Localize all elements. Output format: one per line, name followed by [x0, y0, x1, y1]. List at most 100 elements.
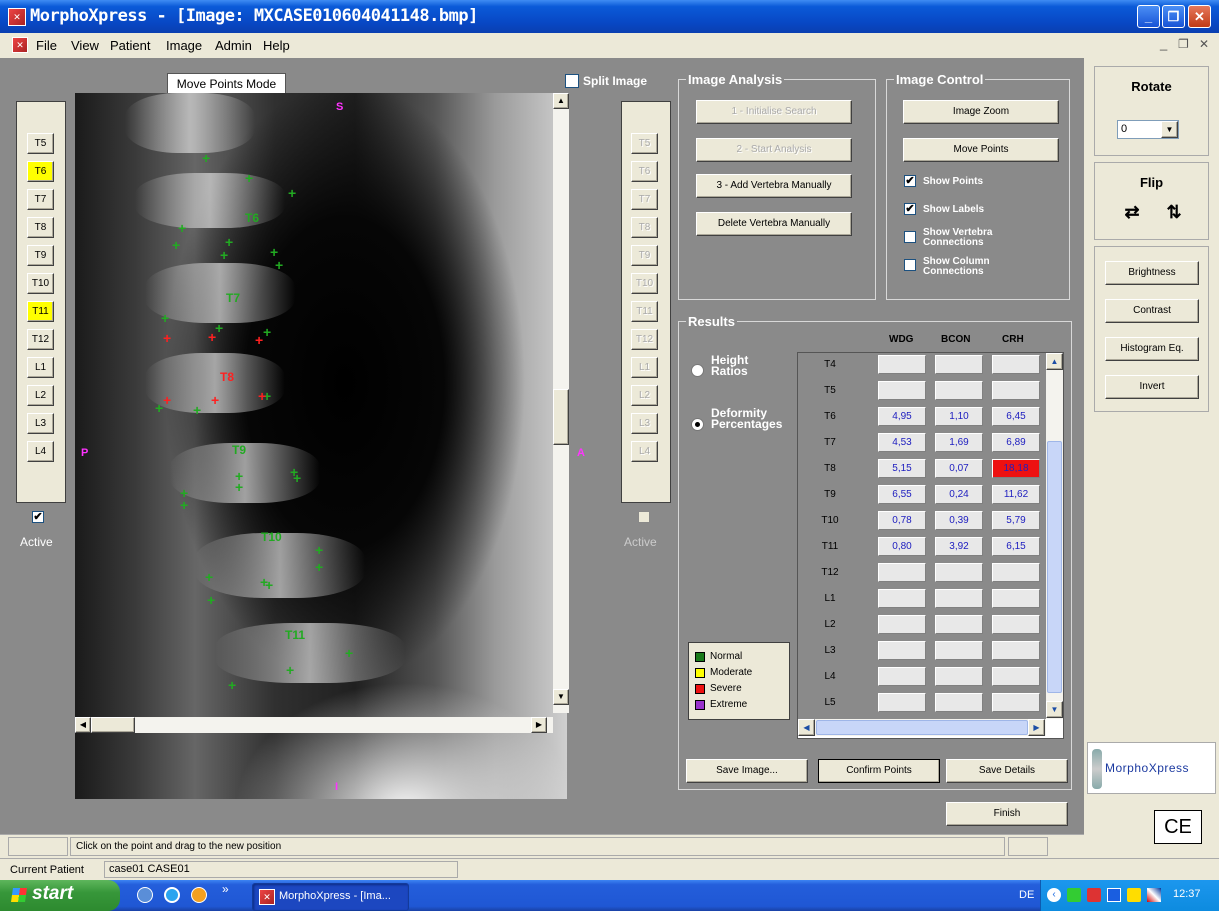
quicklaunch-icon[interactable] [137, 887, 153, 903]
left-vertebra-button-t10[interactable]: T10 [27, 273, 54, 294]
title-bar[interactable]: ✕ MorphoXpress - [Image: MXCASE010604041… [0, 0, 1219, 33]
landmark-point-normal[interactable]: + [215, 321, 223, 335]
results-scroll-thumb[interactable] [1047, 441, 1062, 693]
results-hscroll[interactable]: ◀ ▶ [798, 719, 1046, 736]
move-points-button[interactable]: Move Points [903, 138, 1059, 162]
menu-patient[interactable]: Patient [110, 38, 150, 53]
scroll-up-button[interactable]: ▲ [553, 93, 569, 109]
show-vertebra-connections-checkbox[interactable] [904, 231, 916, 243]
internet-explorer-icon[interactable] [164, 887, 180, 903]
add-vertebra-button[interactable]: 3 - Add Vertebra Manually [696, 174, 852, 198]
show-column-connections-checkbox[interactable] [904, 259, 916, 271]
left-vertebra-button-l4[interactable]: L4 [27, 441, 54, 462]
right-vertebra-button-l3[interactable]: L3 [631, 413, 658, 434]
mdi-minimize-button[interactable]: _ [1160, 36, 1167, 51]
left-vertebra-button-t12[interactable]: T12 [27, 329, 54, 350]
minimize-button[interactable]: _ [1137, 5, 1160, 28]
landmark-point-normal[interactable]: + [315, 543, 323, 557]
flip-vertical-icon[interactable]: ⇅ [1163, 201, 1185, 223]
results-scroll-down[interactable]: ▼ [1046, 701, 1063, 718]
xray-vscroll[interactable]: ▲ ▼ [553, 93, 569, 713]
landmark-point-normal[interactable]: + [205, 570, 213, 584]
quicklaunch-chevron-icon[interactable]: » [222, 882, 229, 896]
landmark-point-normal[interactable]: + [345, 646, 353, 660]
menu-image[interactable]: Image [166, 38, 202, 53]
landmark-point-normal[interactable]: + [245, 171, 253, 185]
left-vertebra-button-t11[interactable]: T11 [27, 301, 54, 322]
left-vertebra-button-t7[interactable]: T7 [27, 189, 54, 210]
menu-view[interactable]: View [71, 38, 99, 53]
contrast-button[interactable]: Contrast [1105, 299, 1199, 323]
save-details-button[interactable]: Save Details [946, 759, 1068, 783]
left-vertebra-button-l1[interactable]: L1 [27, 357, 54, 378]
xray-hscroll[interactable]: ◀ ▶ [75, 717, 553, 733]
delete-vertebra-button[interactable]: Delete Vertebra Manually [696, 212, 852, 236]
left-vertebra-button-l3[interactable]: L3 [27, 413, 54, 434]
left-vertebra-button-t9[interactable]: T9 [27, 245, 54, 266]
tray-language-flag-icon[interactable] [1147, 888, 1161, 902]
scroll-thumb[interactable] [553, 389, 569, 445]
scroll-left-button[interactable]: ◀ [75, 717, 91, 733]
right-vertebra-button-t9[interactable]: T9 [631, 245, 658, 266]
left-active-checkbox[interactable]: ✔ [32, 511, 44, 523]
app-icon[interactable]: ✕ [8, 8, 26, 26]
landmark-point-normal[interactable]: + [155, 401, 163, 415]
landmark-point-severe[interactable]: + [163, 393, 171, 407]
tray-security-icon[interactable] [1087, 888, 1101, 902]
save-image-button[interactable]: Save Image... [686, 759, 808, 783]
tray-messenger-icon[interactable] [1127, 888, 1141, 902]
landmark-point-normal[interactable]: + [180, 498, 188, 512]
results-scroll-right[interactable]: ▶ [1028, 719, 1045, 736]
right-vertebra-button-t10[interactable]: T10 [631, 273, 658, 294]
landmark-point-severe[interactable]: + [258, 389, 266, 403]
landmark-point-normal[interactable]: + [178, 221, 186, 235]
doc-icon[interactable]: ✕ [12, 37, 28, 53]
flip-horizontal-icon[interactable]: ⇄ [1121, 201, 1143, 223]
landmark-point-normal[interactable]: + [275, 258, 283, 272]
menu-admin[interactable]: Admin [215, 38, 252, 53]
left-vertebra-button-t8[interactable]: T8 [27, 217, 54, 238]
scroll-down-button[interactable]: ▼ [553, 689, 569, 705]
close-button[interactable]: ✕ [1188, 5, 1211, 28]
right-active-checkbox[interactable] [638, 511, 650, 523]
landmark-point-normal[interactable]: + [235, 480, 243, 494]
right-vertebra-button-t7[interactable]: T7 [631, 189, 658, 210]
results-vscroll[interactable]: ▲ ▼ [1046, 353, 1063, 719]
hscroll-thumb[interactable] [91, 717, 135, 733]
landmark-point-normal[interactable]: + [293, 471, 301, 485]
landmark-point-severe[interactable]: + [163, 331, 171, 345]
landmark-point-normal[interactable]: + [161, 311, 169, 325]
landmark-point-normal[interactable]: + [265, 578, 273, 592]
taskbar-task-morphoxpress[interactable]: ✕ MorphoXpress - [Ima... [252, 883, 409, 911]
right-vertebra-button-l2[interactable]: L2 [631, 385, 658, 406]
show-labels-checkbox[interactable]: ✔ [904, 203, 916, 215]
left-vertebra-button-l2[interactable]: L2 [27, 385, 54, 406]
landmark-point-severe[interactable]: + [208, 330, 216, 344]
left-vertebra-button-t6[interactable]: T6 [27, 161, 54, 182]
right-vertebra-button-t11[interactable]: T11 [631, 301, 658, 322]
confirm-points-button[interactable]: Confirm Points [818, 759, 940, 783]
landmark-point-severe[interactable]: + [255, 333, 263, 347]
tray-ie-icon[interactable] [1107, 888, 1121, 902]
landmark-point-normal[interactable]: + [315, 560, 323, 574]
media-player-icon[interactable] [191, 887, 207, 903]
landmark-point-normal[interactable]: + [286, 663, 294, 677]
landmark-point-normal[interactable]: + [202, 151, 210, 165]
landmark-point-normal[interactable]: + [172, 238, 180, 252]
landmark-point-normal[interactable]: + [263, 325, 271, 339]
rotate-dropdown-button[interactable]: ▼ [1161, 121, 1178, 138]
height-ratios-radio[interactable] [691, 364, 704, 377]
menu-file[interactable]: File [36, 38, 57, 53]
right-vertebra-button-t5[interactable]: T5 [631, 133, 658, 154]
scroll-right-button[interactable]: ▶ [531, 717, 547, 733]
landmark-point-normal[interactable]: + [288, 186, 296, 200]
left-vertebra-button-t5[interactable]: T5 [27, 133, 54, 154]
landmark-point-normal[interactable]: + [193, 403, 201, 417]
xray-image[interactable]: S P A I T6 T7 T8 T9 T10 T11 + + + + + + + + + + + +… [75, 93, 585, 799]
right-vertebra-button-t8[interactable]: T8 [631, 217, 658, 238]
deformity-percentages-radio[interactable] [691, 418, 704, 431]
right-vertebra-button-t12[interactable]: T12 [631, 329, 658, 350]
landmark-point-normal[interactable]: + [228, 678, 236, 692]
maximize-button[interactable]: ❐ [1162, 5, 1185, 28]
mdi-restore-button[interactable]: ❐ [1178, 37, 1189, 51]
